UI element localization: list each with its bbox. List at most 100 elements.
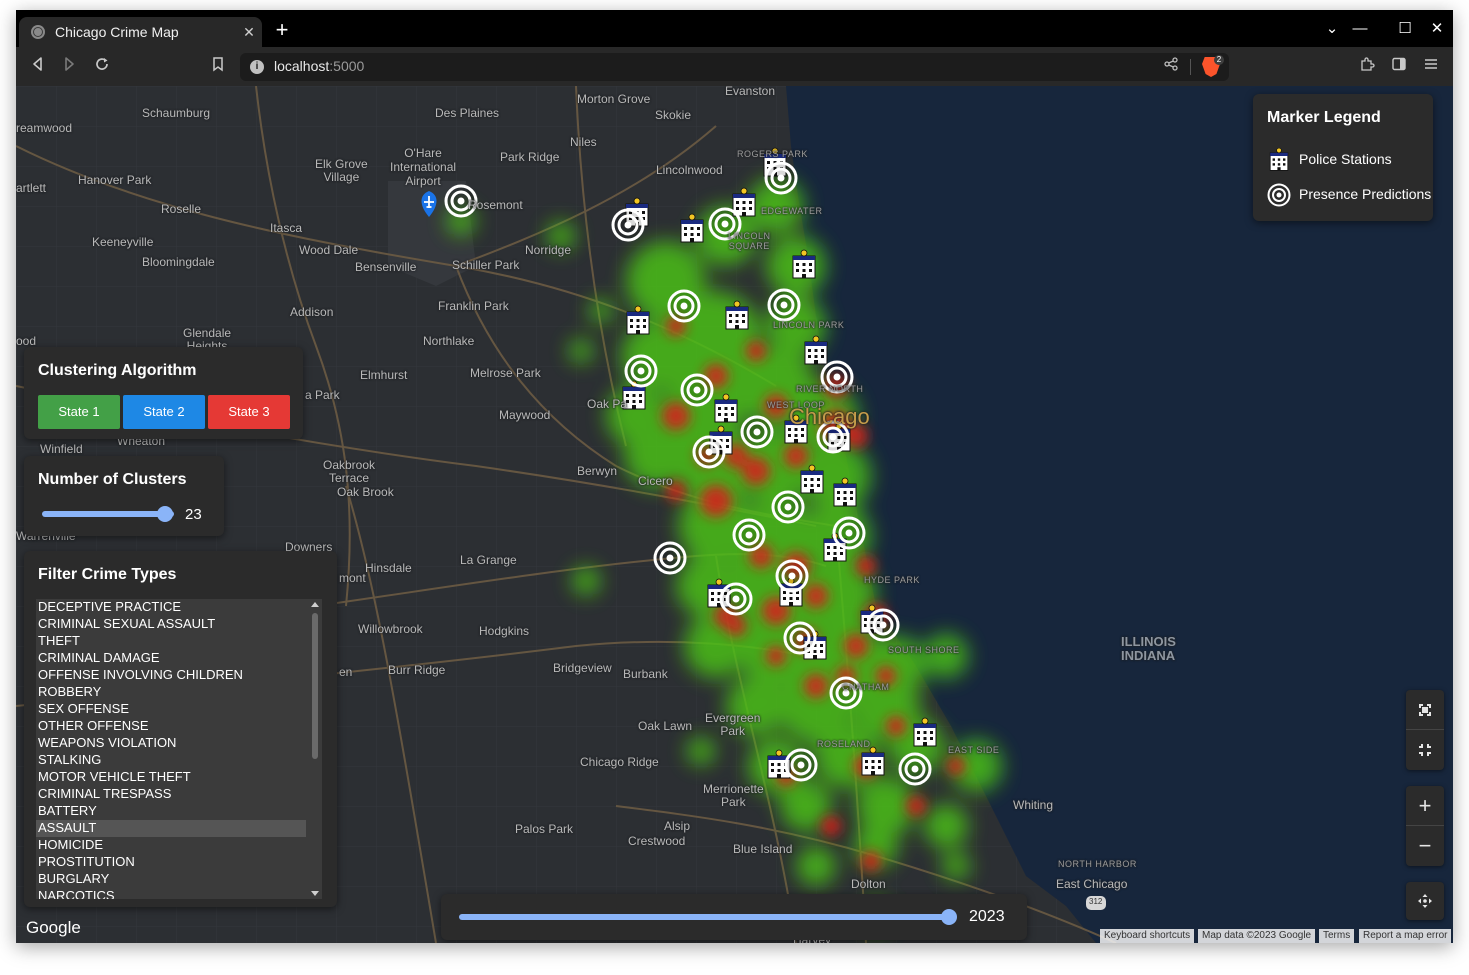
- maximize-icon[interactable]: ☐: [1394, 18, 1416, 40]
- crime-type-option[interactable]: THEFT: [36, 633, 306, 650]
- prediction-marker: [764, 161, 798, 195]
- crime-type-option[interactable]: SEX OFFENSE: [36, 701, 306, 718]
- browser-toolbar: i localhost:5000 2: [16, 47, 1453, 86]
- minimize-icon[interactable]: —: [1349, 18, 1371, 40]
- map-label: Schiller Park: [452, 258, 520, 272]
- crime-type-option[interactable]: BATTERY: [36, 803, 306, 820]
- map-label: Blue Island: [733, 842, 793, 856]
- crime-type-option[interactable]: OTHER OFFENSE: [36, 718, 306, 735]
- year-slider-thumb[interactable]: [941, 909, 957, 925]
- year-value: 2023: [969, 908, 1005, 925]
- clusters-slider-thumb[interactable]: [156, 506, 173, 522]
- sidebar-icon[interactable]: [1388, 56, 1410, 78]
- map-label: Franklin Park: [438, 299, 509, 313]
- crime-type-option[interactable]: ROBBERY: [36, 684, 306, 701]
- map-label: LINCOLN SQUARE: [728, 231, 771, 251]
- new-tab-button[interactable]: +: [272, 18, 292, 42]
- map-label: Cicero: [638, 474, 673, 488]
- clusters-slider-track[interactable]: [42, 511, 174, 517]
- map-label: Bensenville: [355, 260, 417, 274]
- map-label: Hanover Park: [78, 173, 152, 187]
- close-window-icon[interactable]: ✕: [1426, 18, 1448, 40]
- map-viewport[interactable]: Evanston Morton Grove Des Plaines Skokie…: [16, 86, 1453, 943]
- map-label: Oak Pa: [587, 397, 628, 411]
- exit-fullscreen-icon[interactable]: [1406, 730, 1444, 770]
- tab-search-chevron-icon[interactable]: ⌄: [1321, 18, 1343, 40]
- crime-type-option[interactable]: STALKING: [36, 752, 306, 769]
- map-label: Rosemont: [468, 198, 523, 212]
- prediction-marker: [832, 516, 866, 550]
- crime-type-option[interactable]: NARCOTICS: [36, 888, 306, 899]
- state-2-button[interactable]: State 2: [123, 395, 205, 429]
- crime-type-option[interactable]: DECEPTIVE PRACTICE: [36, 599, 306, 616]
- fullscreen-controls: [1406, 690, 1444, 770]
- prediction-marker: [732, 518, 766, 552]
- prediction-marker: [680, 373, 714, 407]
- map-label: Morton Grove: [577, 92, 651, 106]
- prediction-marker: [692, 435, 726, 469]
- marker-legend: Marker Legend Police Stations Presence P…: [1253, 94, 1433, 221]
- map-label: Park Ridge: [500, 150, 560, 164]
- map-label: Addison: [290, 305, 334, 319]
- extensions-icon[interactable]: [1356, 56, 1378, 78]
- map-label: Norridge: [525, 243, 572, 257]
- listbox-scrollbar[interactable]: [308, 599, 322, 899]
- terms-link[interactable]: Terms: [1319, 929, 1355, 943]
- map-label: Elk Grove Village: [315, 157, 368, 184]
- prediction-marker: [719, 582, 753, 616]
- reload-icon[interactable]: [91, 56, 113, 78]
- map-label: Whiting: [1013, 798, 1054, 812]
- browser-window: Chicago Crime Map ✕ + ⌄ — ☐ ✕ i localhos…: [16, 10, 1453, 943]
- browser-tab[interactable]: Chicago Crime Map ✕: [19, 17, 262, 47]
- pan-icon[interactable]: [1406, 882, 1444, 920]
- scrollbar-thumb[interactable]: [312, 613, 318, 759]
- crime-type-option[interactable]: HOMICIDE: [36, 837, 306, 854]
- map-label: Evanston: [725, 86, 776, 98]
- forward-icon[interactable]: [58, 56, 80, 78]
- tab-strip: Chicago Crime Map ✕ + ⌄ — ☐ ✕: [16, 10, 1453, 47]
- clusters-title: Number of Clusters: [38, 471, 187, 488]
- crime-type-option[interactable]: CRIMINAL SEXUAL ASSAULT: [36, 616, 306, 633]
- crime-type-list: DECEPTIVE PRACTICE CRIMINAL SEXUAL ASSAUL…: [36, 599, 322, 899]
- crime-type-option[interactable]: CRIMINAL TRESPASS: [36, 786, 306, 803]
- map-label: East Chicago: [1056, 877, 1128, 891]
- crime-type-option[interactable]: WEAPONS VIOLATION: [36, 735, 306, 752]
- site-info-icon[interactable]: i: [250, 60, 264, 74]
- clustering-title: Clustering Algorithm: [38, 362, 197, 379]
- crime-type-option[interactable]: CRIMINAL DAMAGE: [36, 650, 306, 667]
- filter-title: Filter Crime Types: [38, 566, 177, 583]
- zoom-in-button[interactable]: +: [1406, 786, 1444, 826]
- state-3-button[interactable]: State 3: [208, 395, 290, 429]
- crime-type-option[interactable]: BURGLARY: [36, 871, 306, 888]
- prediction-marker: [767, 288, 801, 322]
- crime-type-option[interactable]: MOTOR VEHICLE THEFT: [36, 769, 306, 786]
- report-map-error-link[interactable]: Report a map error: [1359, 929, 1452, 943]
- bookmark-icon[interactable]: [207, 56, 229, 78]
- legend-label: Police Stations: [1299, 151, 1392, 167]
- map-label: Schaumburg: [142, 106, 211, 120]
- fullscreen-icon[interactable]: [1406, 690, 1444, 730]
- map-label: Willowbrook: [358, 622, 423, 636]
- map-label: Niles: [570, 135, 597, 149]
- map-label: ROGERS PARK: [737, 149, 808, 159]
- scroll-down-icon[interactable]: [311, 891, 319, 896]
- tab-close-icon[interactable]: ✕: [236, 24, 262, 41]
- zoom-out-button[interactable]: −: [1406, 826, 1444, 866]
- crime-type-option[interactable]: PROSTITUTION: [36, 854, 306, 871]
- tab-title: Chicago Crime Map: [55, 24, 179, 40]
- map-label: Burbank: [623, 667, 668, 681]
- share-icon[interactable]: [1164, 57, 1178, 74]
- scroll-up-icon[interactable]: [311, 602, 319, 607]
- state-1-button[interactable]: State 1: [38, 395, 120, 429]
- address-bar[interactable]: i localhost:5000 2: [240, 53, 1229, 81]
- map-label: NORTH HARBOR: [1058, 859, 1137, 869]
- crime-type-listbox[interactable]: DECEPTIVE PRACTICE CRIMINAL SEXUAL ASSAUL…: [36, 599, 322, 899]
- crime-type-option[interactable]: OFFENSE INVOLVING CHILDREN: [36, 667, 306, 684]
- keyboard-shortcuts-link[interactable]: Keyboard shortcuts: [1100, 929, 1195, 943]
- shields-count-badge: 2: [1214, 55, 1224, 65]
- menu-icon[interactable]: [1420, 56, 1442, 78]
- year-slider-track[interactable]: [459, 914, 949, 920]
- map-label: a Park: [305, 388, 340, 402]
- crime-type-option[interactable]: ASSAULT: [36, 820, 306, 837]
- back-icon[interactable]: [27, 56, 49, 78]
